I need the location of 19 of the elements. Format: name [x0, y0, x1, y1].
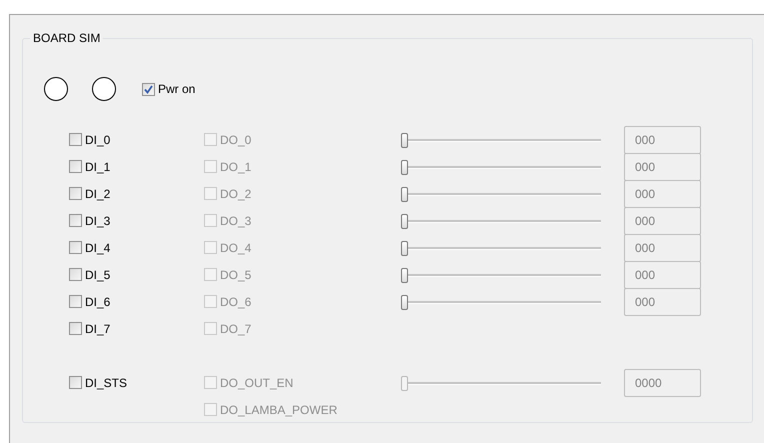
checkbox[interactable]: DI_6: [69, 294, 110, 308]
checkbox[interactable]: Pwr on: [142, 82, 196, 96]
slider-thumb[interactable]: [401, 294, 408, 310]
checkmark-icon: [144, 84, 153, 94]
checkbox[interactable]: DI_3: [69, 214, 110, 228]
slider-thumb[interactable]: [401, 132, 408, 148]
checkbox[interactable]: DI_5: [69, 268, 110, 282]
checkbox[interactable]: DI_4: [69, 240, 110, 254]
slider-thumb[interactable]: [401, 160, 408, 174]
checkbox[interactable]: DI_1: [69, 160, 110, 174]
group-title: BOARD SIM: [30, 31, 104, 45]
checkbox[interactable]: DI_7: [69, 322, 110, 336]
checkbox[interactable]: DI_2: [69, 186, 110, 200]
slider-thumb[interactable]: [401, 214, 408, 228]
checkbox[interactable]: DI_STS: [69, 376, 128, 390]
slider-thumb[interactable]: [401, 268, 408, 282]
checkbox[interactable]: DI_0: [69, 132, 110, 146]
slider-thumb[interactable]: [401, 240, 408, 256]
slider-thumb[interactable]: [401, 186, 408, 202]
